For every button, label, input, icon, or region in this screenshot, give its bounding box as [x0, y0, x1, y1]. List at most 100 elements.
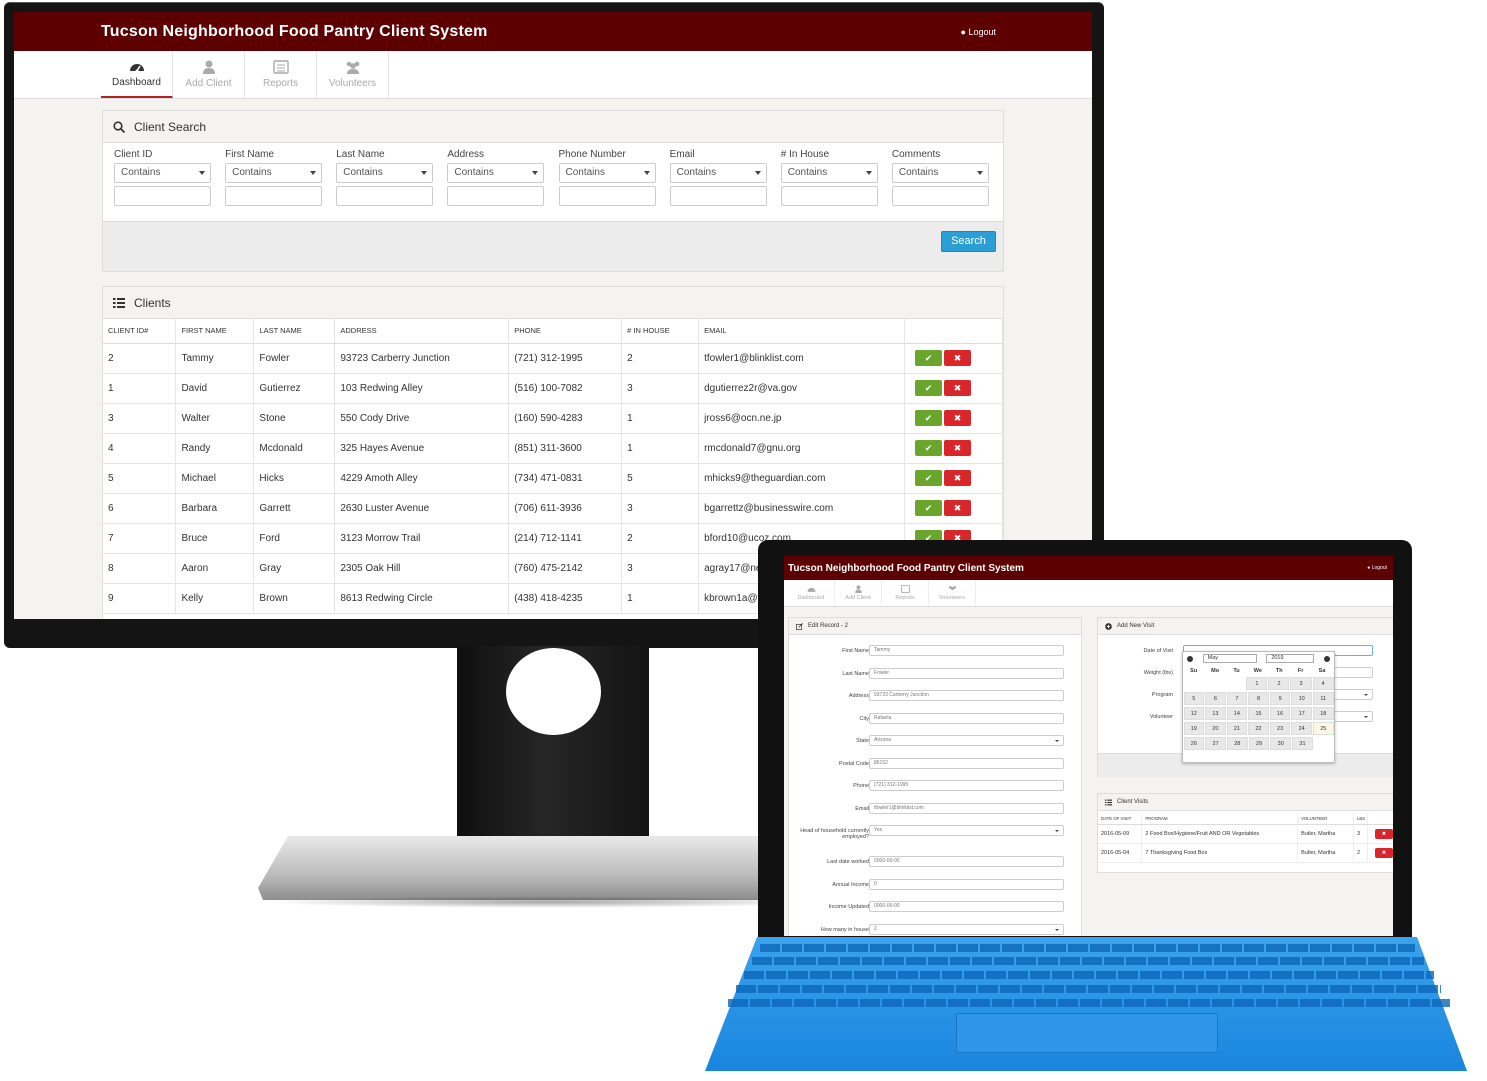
tab-dashboard[interactable]: Dashboard — [788, 580, 835, 606]
calendar-day[interactable]: 18 — [1312, 707, 1334, 720]
calendar-day[interactable]: 13 — [1205, 707, 1226, 720]
field-input-income-updated[interactable]: 0000-00-00 — [869, 901, 1064, 912]
field-input-head-of-household-currently-employed[interactable]: Yes — [869, 825, 1064, 836]
delete-client-button[interactable]: ✖ — [944, 470, 971, 486]
field-input-postal-code[interactable]: 85152 — [869, 757, 1064, 769]
app-header: Tucson Neighborhood Food Pantry Client S… — [784, 556, 1393, 580]
select-client-button[interactable]: ✔ — [915, 380, 942, 396]
calendar-day[interactable]: 27 — [1205, 737, 1226, 750]
calendar-day[interactable]: 26 — [1183, 737, 1205, 750]
calendar-day[interactable]: 19 — [1183, 722, 1205, 735]
select-client-button[interactable]: ✔ — [915, 470, 942, 486]
select-client-button[interactable]: ✔ — [915, 500, 942, 516]
field-input-last-date-worked[interactable]: 0000-00-00 — [869, 856, 1064, 867]
search-input[interactable] — [225, 186, 323, 206]
tab-volunteers[interactable]: Volunteers — [929, 580, 976, 606]
delete-client-button[interactable]: ✖ — [944, 440, 971, 456]
select-client-button[interactable]: ✔ — [915, 440, 942, 456]
tab-volunteers[interactable]: Volunteers — [317, 51, 389, 98]
search-input[interactable] — [891, 186, 989, 206]
table-row[interactable]: 1 David Gutierrez 103 Redwing Alley (516) 10… — [103, 373, 1003, 404]
logout-link[interactable]: ● Logout — [1367, 565, 1387, 571]
field-label: Email — [669, 149, 695, 160]
delete-visit-button[interactable]: ✖ — [1374, 828, 1393, 839]
calendar-day[interactable]: 8 — [1248, 692, 1269, 705]
field-input-last-name[interactable]: Fowler — [869, 667, 1064, 679]
calendar-day[interactable]: 12 — [1183, 707, 1205, 720]
operator-select[interactable]: Contains — [891, 163, 989, 183]
operator-select[interactable]: Contains — [114, 163, 211, 183]
calendar-day[interactable]: 22 — [1248, 722, 1269, 735]
calendar-day[interactable]: 1 — [1246, 677, 1268, 690]
operator-select[interactable]: Contains — [336, 163, 434, 183]
search-input[interactable] — [558, 186, 656, 206]
field-input-how-many-in-house[interactable]: 2 — [869, 923, 1064, 935]
date-picker[interactable]: May 2019 Su Mo Tu We Th Fr Sa 1 2 3 4 5 6 7 8 9 10 11 12 1… — [1182, 651, 1335, 763]
table-row[interactable]: 4 Randy Mcdonald 325 Hayes Avenue (851) 311-… — [103, 433, 1003, 464]
search-input[interactable] — [447, 186, 545, 206]
month-select[interactable]: May — [1202, 654, 1257, 663]
calendar-day[interactable]: 16 — [1269, 707, 1291, 720]
calendar-day[interactable]: 31 — [1292, 737, 1313, 750]
calendar-day[interactable]: 5 — [1183, 692, 1205, 705]
operator-select[interactable]: Contains — [558, 163, 656, 183]
table-row[interactable]: 5 Michael Hicks 4229 Amoth Alley (734) 471-0… — [103, 463, 1003, 494]
calendar-day[interactable]: 30 — [1270, 737, 1292, 750]
tab-reports[interactable]: Reports — [882, 580, 929, 606]
calendar-day[interactable]: 3 — [1290, 677, 1312, 690]
field-input-annual-income[interactable]: 0 — [869, 878, 1064, 890]
tab-reports[interactable]: Reports — [245, 51, 317, 98]
search-input[interactable] — [114, 186, 211, 206]
search-input[interactable] — [669, 186, 767, 206]
delete-client-button[interactable]: ✖ — [944, 500, 971, 516]
select-client-button[interactable]: ✔ — [915, 410, 942, 426]
delete-client-button[interactable]: ✖ — [944, 380, 971, 396]
select-client-button[interactable]: ✔ — [915, 350, 942, 366]
tab-add-client[interactable]: Add Client — [173, 51, 245, 98]
prev-month-icon[interactable] — [1187, 655, 1193, 662]
search-input[interactable] — [336, 186, 434, 206]
delete-client-button[interactable]: ✖ — [944, 350, 971, 366]
calendar-day[interactable]: 4 — [1312, 677, 1334, 690]
calendar-day[interactable]: 14 — [1226, 707, 1248, 720]
calendar-day[interactable]: 9 — [1269, 692, 1291, 705]
tab-dashboard[interactable]: Dashboard — [101, 51, 173, 98]
operator-select[interactable]: Contains — [780, 163, 878, 183]
calendar-day[interactable]: 17 — [1291, 707, 1312, 720]
calendar-day[interactable]: 7 — [1226, 692, 1248, 705]
calendar-day[interactable]: 21 — [1226, 722, 1248, 735]
calendar-day[interactable]: 25 — [1312, 722, 1334, 735]
delete-visit-button[interactable]: ✖ — [1374, 847, 1393, 858]
calendar-day[interactable]: 15 — [1248, 707, 1269, 720]
calendar-day[interactable]: 24 — [1291, 722, 1312, 735]
table-row[interactable]: 6 Barbara Garrett 2630 Luster Avenue (706) 6… — [103, 493, 1003, 524]
field-input-email[interactable]: tfowler1@blinklist.com — [869, 802, 1064, 814]
field-input-first-name[interactable]: Tammy — [869, 645, 1064, 656]
calendar-day[interactable]: 10 — [1291, 692, 1312, 705]
calendar-day[interactable]: 6 — [1205, 692, 1226, 705]
field-input-address[interactable]: 93723 Carberry Junction — [869, 690, 1064, 701]
field-input-phone[interactable]: (721) 312-1995 — [869, 780, 1064, 791]
panel-title: Add New Visit — [1117, 623, 1155, 629]
calendar-day[interactable]: 29 — [1248, 737, 1270, 750]
year-select[interactable]: 2019 — [1266, 654, 1315, 663]
search-input[interactable] — [780, 186, 878, 206]
table-row[interactable]: 3 Walter Stone 550 Cody Drive (160) 590-4283… — [103, 403, 1003, 434]
table-row[interactable]: 2 Tammy Fowler 93723 Carberry Junction (721)… — [103, 343, 1003, 374]
field-input-state[interactable]: Arizona — [869, 735, 1064, 746]
calendar-day[interactable]: 23 — [1269, 722, 1291, 735]
next-month-icon[interactable] — [1323, 655, 1330, 662]
operator-select[interactable]: Contains — [447, 163, 545, 183]
tab-add-client[interactable]: Add Client — [835, 580, 882, 606]
operator-select[interactable]: Contains — [225, 163, 323, 183]
delete-client-button[interactable]: ✖ — [944, 410, 971, 426]
calendar-day[interactable]: 11 — [1312, 692, 1334, 705]
field-input-city[interactable]: Rafaela — [869, 712, 1064, 724]
calendar-day[interactable]: 20 — [1205, 722, 1226, 735]
calendar-day[interactable]: 28 — [1226, 737, 1248, 750]
calendar-day[interactable]: 2 — [1268, 677, 1290, 690]
logout-link[interactable]: ● Logout — [961, 27, 996, 37]
search-button[interactable]: Search — [941, 231, 996, 252]
cell-email: jross6@ocn.ne.jp — [698, 403, 905, 434]
operator-select[interactable]: Contains — [669, 163, 767, 183]
